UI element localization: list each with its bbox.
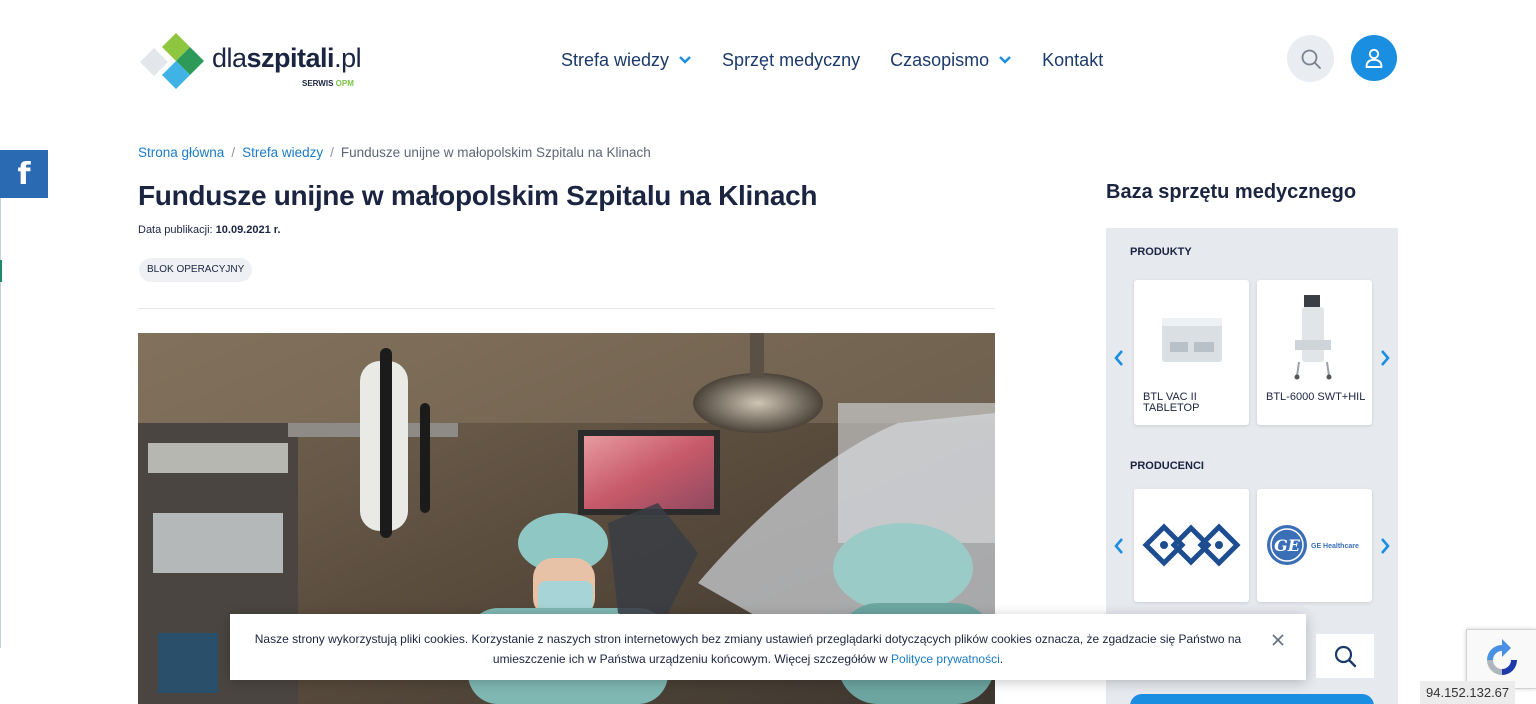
publication-date-label: Data publikacji: [138,224,213,236]
publication-date-value: 10.09.2021 r. [215,224,281,236]
nav-item-label: Czasopismo [890,49,990,70]
cookie-text: Nasze strony wykorzystują pliki cookies.… [252,629,1244,669]
product-card[interactable]: BTL VAC II TABLETOP [1134,280,1249,425]
logo-mark-icon [140,33,204,89]
side-marker [0,260,2,282]
user-account-button[interactable] [1351,35,1397,81]
facebook-share-button[interactable]: f [0,150,48,198]
breadcrumb: Strona główna / Strefa wiedzy / Fundusze uni… [138,145,651,160]
products-prev-arrow-icon[interactable] [1113,349,1125,367]
cookie-message: Nasze strony wykorzystują pliki cookies.… [254,632,1242,666]
search-icon [1334,645,1357,668]
site-logo[interactable]: dlaszpitali.pl SERWIS OPM [140,32,370,90]
breadcrumb-current: Fundusze unijne w małopolskim Szpitalu n… [340,145,651,160]
producers-next-arrow-icon[interactable] [1379,537,1391,555]
nav-item-strefa-wiedzy[interactable]: Strefa wiedzy [561,50,692,71]
product-image [1294,295,1332,380]
site-header: dlaszpitali.pl SERWIS OPM Strefa wiedzy … [0,0,1536,118]
article-tag[interactable]: BLOK OPERACYJNY [139,258,253,282]
cookie-banner: Nasze strony wykorzystują pliki cookies.… [230,614,1306,680]
user-icon [1365,48,1383,68]
privacy-policy-link[interactable]: Polityce prywatności [891,652,1000,666]
chevron-down-icon [999,56,1012,64]
sidebar-title: Baza sprzętu medycznego [1106,181,1357,203]
ip-address-label: 94.152.132.67 [1420,681,1516,704]
nav-item-label: Kontakt [1042,49,1104,70]
sidebar-cta-button[interactable] [1130,694,1374,704]
publication-date: Data publikacji: 10.09.2021 r. [138,224,281,236]
product-name: BTL-6000 SWT+HIL [1266,391,1366,403]
cookie-message-end: . [999,652,1004,666]
btl-logo-icon [1142,523,1241,567]
nav-item-label: Strefa wiedzy [561,49,670,70]
article-title: Fundusze unijne w małopolskim Szpitalu n… [138,180,818,211]
nav-item-czasopismo[interactable]: Czasopismo [890,50,1012,71]
chevron-down-icon [679,56,691,64]
nav-item-sprzet-medyczny[interactable]: Sprzęt medyczny [722,50,860,71]
nav-item-label: Sprzęt medyczny [722,49,861,70]
products-label: PRODUKTY [1130,246,1192,258]
header-search-button[interactable] [1287,35,1334,82]
breadcrumb-separator: / [330,145,334,160]
producer-card[interactable]: GE GE Healthcare [1257,489,1372,602]
recaptcha-badge[interactable] [1466,629,1536,689]
product-name: BTL VAC II TABLETOP [1143,391,1200,414]
svg-text:GE: GE [1274,536,1301,555]
sidebar-search-button[interactable] [1316,634,1374,678]
breadcrumb-separator: / [231,145,236,160]
article-divider [138,308,995,309]
ge-healthcare-logo-icon: GE GE Healthcare [1267,525,1359,565]
search-icon [1301,49,1321,69]
logo-wordmark: dlaszpitali.pl [212,43,362,73]
nav-item-kontakt[interactable]: Kontakt [1042,50,1103,71]
breadcrumb-home[interactable]: Strona główna [138,145,224,160]
close-icon[interactable] [1270,632,1286,648]
producers-label: PRODUCENCI [1130,460,1204,472]
ge-logo-text: GE Healthcare [1311,543,1359,550]
logo-subtitle: SERWIS OPM [302,79,354,88]
products-next-arrow-icon[interactable] [1379,349,1391,367]
product-card[interactable]: BTL-6000 SWT+HIL [1257,280,1372,425]
producers-prev-arrow-icon[interactable] [1113,537,1125,555]
product-image [1162,318,1222,362]
breadcrumb-section[interactable]: Strefa wiedzy [242,145,323,160]
main-nav: Strefa wiedzy Sprzęt medyczny Czasopismo… [561,48,1103,72]
producer-card[interactable] [1134,489,1249,602]
facebook-icon: f [17,156,31,192]
